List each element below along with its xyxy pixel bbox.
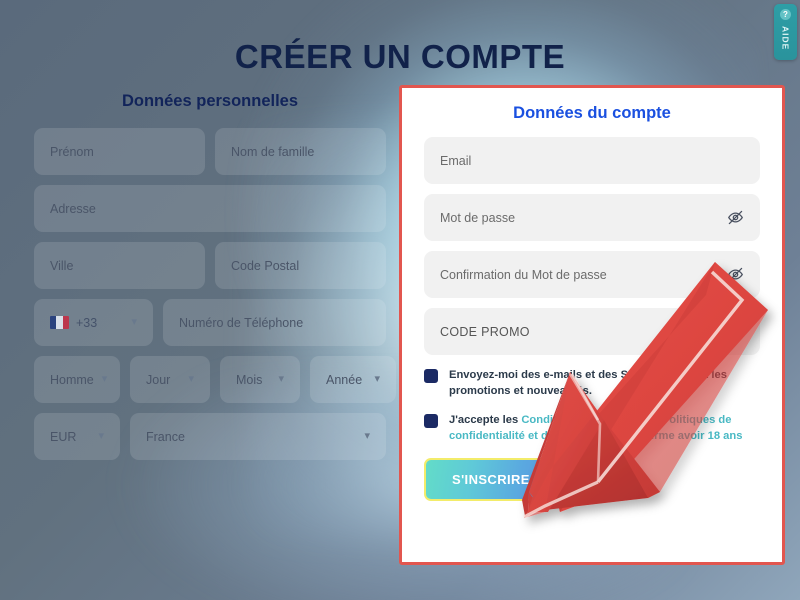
eye-slash-icon[interactable] <box>727 266 744 283</box>
chevron-down-icon: ▾ <box>188 373 194 385</box>
chevron-down-icon: ▾ <box>278 373 284 385</box>
gender-birthdate-row: Homme ▾ Jour ▾ Mois ▾ Année ▾ <box>34 356 396 413</box>
email-input[interactable]: Email <box>424 137 760 184</box>
city-row: Ville Code Postal <box>34 242 386 299</box>
submit-button[interactable]: S'INSCRIRE <box>424 457 558 501</box>
consent-checkboxes: Envoyez-moi des e-mails et des SMS conce… <box>424 368 760 445</box>
terms-optin-row[interactable]: J'accepte les Conditions Générales, les … <box>424 413 760 445</box>
confirm-password-placeholder: Confirmation du Mot de passe <box>440 267 607 282</box>
personal-data-section: Données personnelles Prénom Nom de famil… <box>34 92 396 470</box>
chevron-down-icon: ▾ <box>364 430 370 442</box>
chevron-down-icon: ▾ <box>131 316 137 328</box>
marketing-optin-row[interactable]: Envoyez-moi des e-mails et des SMS conce… <box>424 368 760 400</box>
terms-text-lead: J'accepte les <box>449 413 522 426</box>
promo-code-placeholder: CODE PROMO <box>440 324 530 339</box>
password-placeholder: Mot de passe <box>440 210 516 225</box>
postal-code-input[interactable]: Code Postal <box>215 242 386 289</box>
submit-row: S'INSCRIRE <box>424 457 760 501</box>
password-input[interactable]: Mot de passe <box>424 194 760 241</box>
chevron-down-icon: ▾ <box>101 373 108 385</box>
account-data-heading: Données du compte <box>513 104 671 122</box>
help-tab[interactable]: ? AIDE <box>774 4 797 60</box>
currency-country-row: EUR ▾ France ▾ <box>34 413 386 470</box>
last-name-placeholder: Nom de famille <box>231 144 315 159</box>
phone-dial-code: +33 <box>76 315 98 330</box>
birth-day-select[interactable]: Jour ▾ <box>130 356 210 403</box>
question-mark-icon: ? <box>780 9 791 20</box>
fr-flag-icon <box>50 316 69 329</box>
address-input[interactable]: Adresse <box>34 185 386 232</box>
eye-slash-icon[interactable] <box>727 209 744 226</box>
country-select[interactable]: France ▾ <box>130 413 386 460</box>
account-data-panel: Données du compte Email Mot de passe Con… <box>399 85 785 565</box>
last-name-input[interactable]: Nom de famille <box>215 128 386 175</box>
page-title: CRÉER UN COMPTE <box>234 38 566 75</box>
promo-code-input[interactable]: CODE PROMO <box>424 308 760 355</box>
first-name-placeholder: Prénom <box>50 144 94 159</box>
birth-month-value: Mois <box>236 372 263 387</box>
country-value: France <box>146 429 185 444</box>
phone-row: +33 ▾ Numéro de Téléphone <box>34 299 386 356</box>
first-name-input[interactable]: Prénom <box>34 128 205 175</box>
gender-value: Homme <box>50 372 94 387</box>
terms-optin-label: J'accepte les Conditions Générales, les … <box>449 413 760 445</box>
chevron-down-icon: ▾ <box>374 373 380 385</box>
confirm-password-input[interactable]: Confirmation du Mot de passe <box>424 251 760 298</box>
birth-year-value: Année <box>326 372 363 387</box>
signup-screen: CRÉER UN COMPTE ? AIDE Données personnel… <box>0 0 800 600</box>
marketing-optin-label: Envoyez-moi des e-mails et des SMS conce… <box>449 369 727 397</box>
personal-data-heading: Données personnelles <box>121 92 299 110</box>
phone-country-select[interactable]: +33 ▾ <box>34 299 153 346</box>
chevron-down-icon: ▾ <box>98 430 104 442</box>
phone-number-input[interactable]: Numéro de Téléphone <box>163 299 386 346</box>
city-placeholder: Ville <box>50 258 74 273</box>
email-placeholder: Email <box>440 153 472 168</box>
currency-select[interactable]: EUR ▾ <box>34 413 120 460</box>
help-tab-label: AIDE <box>780 26 791 51</box>
birth-year-select[interactable]: Année ▾ <box>310 356 396 403</box>
gender-select[interactable]: Homme ▾ <box>34 356 120 403</box>
birth-month-select[interactable]: Mois ▾ <box>220 356 300 403</box>
birth-day-value: Jour <box>146 372 171 387</box>
city-input[interactable]: Ville <box>34 242 205 289</box>
address-placeholder: Adresse <box>50 201 96 216</box>
currency-value: EUR <box>50 429 77 444</box>
marketing-optin-checkbox[interactable] <box>424 369 438 383</box>
postal-code-placeholder: Code Postal <box>231 258 300 273</box>
terms-optin-checkbox[interactable] <box>424 413 438 428</box>
phone-number-placeholder: Numéro de Téléphone <box>179 315 304 330</box>
name-row: Prénom Nom de famille <box>34 128 386 185</box>
